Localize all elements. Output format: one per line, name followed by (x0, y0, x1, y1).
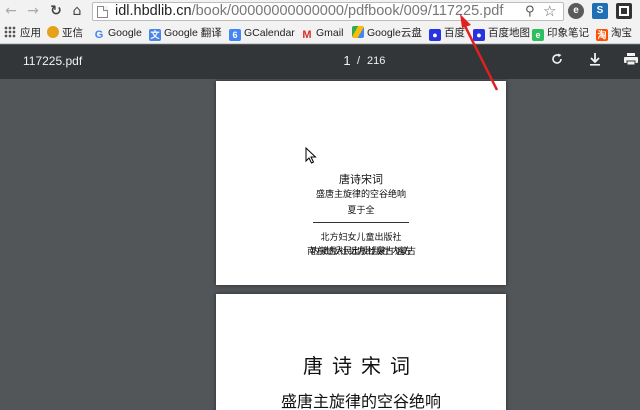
bookmark-yinxiang[interactable]: e 印象笔记 (532, 26, 589, 41)
book-author: 夏于全 (347, 206, 375, 216)
qr-extension-icon[interactable] (616, 3, 632, 19)
rotate-button[interactable] (548, 52, 566, 70)
home-button[interactable]: ⌂ (68, 2, 86, 20)
evernote-icon: e (532, 29, 544, 41)
bookmark-label: 印象笔记 (547, 27, 589, 39)
bookmark-google[interactable]: G Google (93, 26, 142, 41)
bookmark-star-icon[interactable]: ☆ (543, 2, 556, 20)
bookmark-label: 亚信 (62, 27, 83, 39)
rotate-icon (552, 53, 562, 64)
bookmark-label: 应用 (20, 27, 41, 39)
bookmark-label: Gmail (316, 27, 344, 39)
annotation-arrow-icon (460, 14, 499, 91)
bookmark-apps[interactable]: 应用 (4, 26, 41, 41)
pdf-page: 唐诗宋词 盛唐主旋律的空谷绝响 (216, 294, 506, 410)
pdf-filename: 117225.pdf (23, 54, 83, 68)
book-title: 唐诗宋词 (339, 173, 383, 186)
bookmark-label: Google云盘 (367, 27, 422, 39)
reload-button[interactable]: ↻ (47, 2, 65, 20)
calendar-icon: 6 (229, 29, 241, 41)
url-text[interactable]: idl.hbdlib.cn/book/00000000000000/pdfboo… (115, 3, 503, 20)
print-button[interactable] (622, 52, 640, 70)
bookmark-google-drive[interactable]: Google云盘 (352, 26, 422, 41)
mouse-cursor-icon (305, 147, 317, 164)
drive-icon (352, 26, 364, 38)
taobao-icon: 淘 (596, 29, 608, 41)
forward-button[interactable]: → (24, 2, 42, 20)
bookmark-google-translate[interactable]: 文 Google 翻译 (149, 26, 222, 41)
yaxin-icon (47, 26, 59, 38)
bookmark-gmail[interactable]: M Gmail (301, 26, 343, 41)
download-icon (590, 53, 600, 66)
publisher-line-b: 内蒙古人民出版社 蒙古 远方 (311, 247, 412, 257)
page-total: 216 (367, 55, 386, 67)
bookmark-label: 淘宝 (611, 27, 632, 39)
s-extension-icon[interactable]: S (592, 3, 608, 19)
apps-icon (4, 26, 16, 38)
title-divider (313, 222, 409, 223)
book-title: 唐诗宋词 (303, 354, 419, 378)
download-button[interactable] (586, 52, 604, 70)
bookmark-gcalendar[interactable]: 6 GCalendar (229, 26, 295, 41)
search-icon[interactable]: ⚲ (525, 4, 535, 19)
bookmark-label: Google (108, 27, 142, 39)
book-subtitle: 盛唐主旋律的空谷绝响 (280, 392, 441, 410)
bookmark-label: Google 翻译 (164, 27, 222, 39)
page-separator: / (357, 55, 361, 67)
page-number-input[interactable]: 1 (341, 53, 353, 68)
evernote-extension-icon[interactable]: e (568, 3, 584, 19)
print-icon (624, 53, 638, 66)
google-icon: G (94, 29, 104, 41)
page-icon (97, 6, 108, 18)
book-publisher: 北方妇女儿童出版社 (320, 233, 402, 243)
gmail-icon: M (302, 29, 312, 41)
bookmark-yaxin[interactable]: 亚信 (47, 26, 83, 41)
pdf-toolbar: 117225.pdf 1 / 216 (0, 45, 640, 79)
baidu-icon: ● (429, 29, 441, 41)
bookmark-taobao[interactable]: 淘淘宝 (596, 26, 632, 41)
pdf-page: 唐诗宋词 盛唐主旋律的空谷绝响 夏于全 北方妇女儿童出版社 南方出版社 远方出版… (216, 81, 506, 285)
translate-icon: 文 (149, 29, 161, 41)
browser-toolbar: ← → ↻ ⌂ idl.hbdlib.cn/book/0000000000000… (0, 0, 640, 23)
back-button[interactable]: ← (2, 2, 20, 20)
url-host: idl.hbdlib.cn (115, 3, 192, 19)
book-subtitle: 盛唐主旋律的空谷绝响 (315, 190, 406, 200)
bookmarks-bar: 应用 亚信 G Google 文 Google 翻译 6 GCalendar M Gma… (0, 23, 640, 44)
pdf-viewer[interactable]: 唐诗宋词 盛唐主旋律的空谷绝响 夏于全 北方妇女儿童出版社 南方出版社 远方出版… (0, 79, 640, 410)
bookmark-label: GCalendar (244, 27, 295, 39)
